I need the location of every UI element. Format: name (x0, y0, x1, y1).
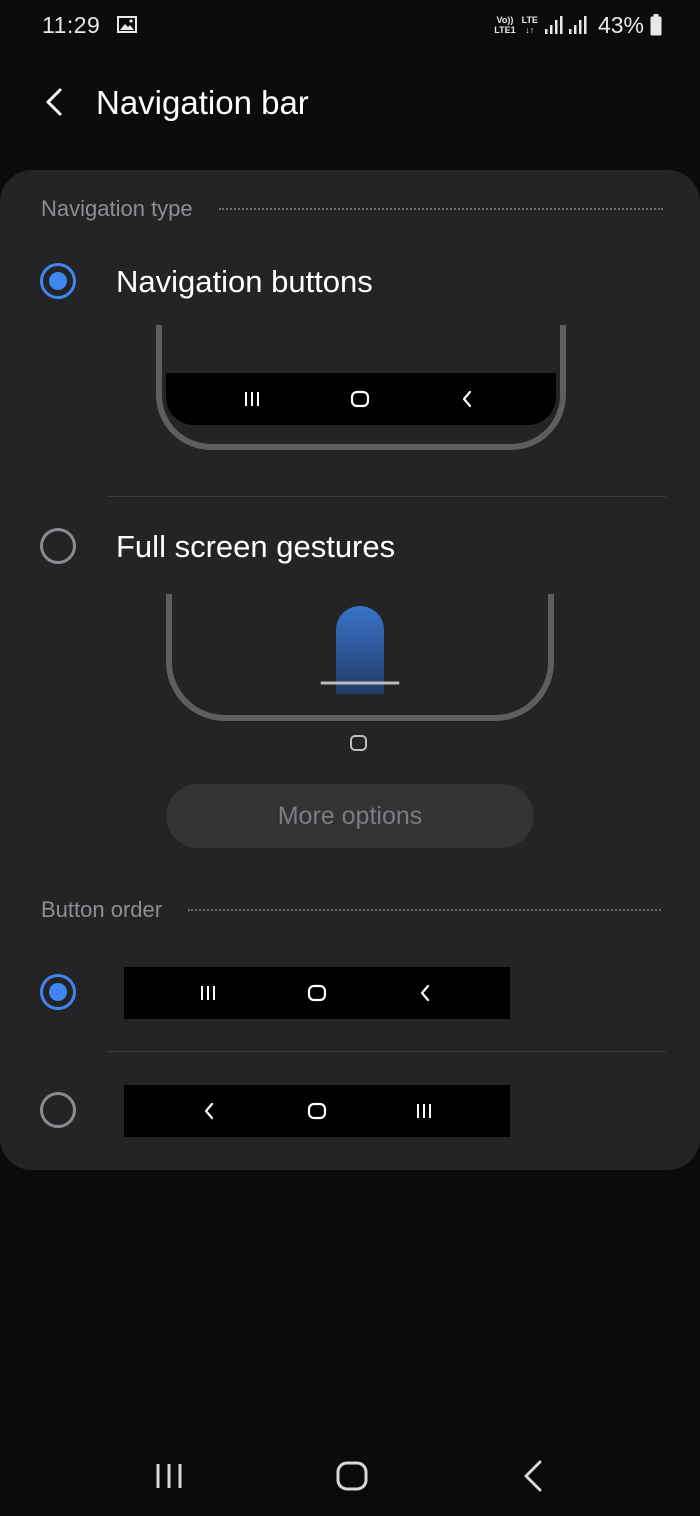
full-screen-gestures-preview[interactable] (164, 592, 556, 752)
option-full-screen-gestures-label[interactable]: Full screen gestures (116, 529, 395, 565)
status-time: 11:29 (42, 12, 101, 38)
radio-button-order-back-home-recents[interactable] (40, 1092, 76, 1128)
battery-icon (650, 14, 662, 36)
button-order-preview-recents-home-back[interactable] (124, 967, 510, 1019)
volte-top-label: Vo)) (496, 15, 514, 25)
section-divider (188, 909, 661, 911)
home-icon[interactable] (332, 1456, 372, 1496)
gallery-icon (117, 16, 137, 33)
radio-navigation-buttons[interactable] (40, 263, 76, 299)
section-header-navigation-type: Navigation type (41, 196, 663, 222)
gesture-finger-icon (336, 606, 384, 694)
lte-label: LTE (521, 15, 538, 25)
divider (108, 496, 666, 497)
recents-icon (417, 1104, 431, 1118)
section-title: Navigation type (41, 196, 193, 221)
button-order-preview-back-home-recents[interactable] (124, 1085, 510, 1137)
status-bar: 11:29 Vo)) LTE1 LTE ↓↑ 43% (0, 0, 700, 56)
navigation-buttons-preview[interactable] (156, 325, 566, 455)
section-divider (218, 208, 663, 210)
signal-icon (544, 16, 563, 34)
recents-icon (201, 986, 215, 1000)
home-icon (307, 984, 327, 1002)
recents-icon[interactable] (150, 1456, 190, 1496)
signal-icon (568, 16, 587, 34)
home-icon (307, 1102, 327, 1120)
settings-card: Navigation type Navigation buttons Full … (0, 170, 700, 1170)
radio-button-order-recents-home-back[interactable] (40, 974, 76, 1010)
home-icon (350, 735, 367, 751)
back-icon (420, 984, 430, 1002)
section-header-button-order: Button order (41, 897, 661, 923)
more-options-button[interactable]: More options (166, 784, 534, 848)
system-navigation-bar (0, 1440, 700, 1516)
section-title: Button order (41, 897, 163, 922)
volte-indicator: Vo)) LTE1 (494, 15, 515, 35)
app-bar: Navigation bar (0, 68, 700, 140)
option-navigation-buttons-label[interactable]: Navigation buttons (116, 264, 373, 300)
radio-full-screen-gestures[interactable] (40, 528, 76, 564)
battery-percentage: 43% (597, 11, 644, 38)
lte-indicator: LTE ↓↑ (522, 15, 538, 35)
page-title: Navigation bar (96, 84, 309, 121)
data-arrows-icon: ↓↑ (525, 25, 535, 35)
divider (108, 1051, 666, 1052)
status-indicators: Vo)) LTE1 LTE ↓↑ 43% (494, 10, 662, 40)
volte-bottom-label: LTE1 (494, 25, 516, 35)
back-icon[interactable] (514, 1456, 554, 1496)
back-icon[interactable] (36, 82, 72, 122)
back-icon (204, 1102, 214, 1120)
